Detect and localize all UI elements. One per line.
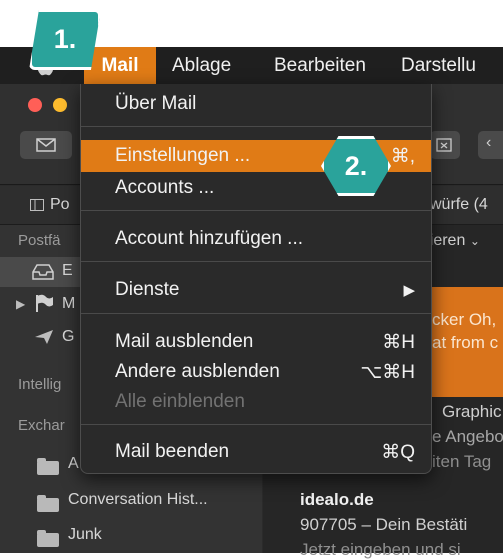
- menu-item-dienste[interactable]: Dienste ▶: [81, 274, 431, 306]
- sidebar-folder-a[interactable]: A: [68, 455, 79, 473]
- sidebar-folder-junk[interactable]: Junk: [68, 526, 102, 544]
- menu-bearbeiten[interactable]: Bearbeiten: [274, 47, 366, 84]
- menu-item-label: Andere ausblenden: [115, 361, 280, 382]
- archive-icon: [436, 138, 452, 152]
- menu-item-account-hinzufuegen[interactable]: Account hinzufügen ...: [81, 223, 431, 255]
- menu-item-label: Account hinzufügen ...: [115, 228, 304, 249]
- reply-icon: ‹: [486, 134, 492, 151]
- menu-separator: [81, 313, 431, 314]
- sidebar-inbox-label: E: [62, 262, 73, 279]
- message-1-sender[interactable]: Graphic: [442, 402, 502, 422]
- message-2-preview: Jetzt eingeben und si: [300, 540, 461, 559]
- menu-item-alle-einblenden: Alle einblenden: [81, 386, 431, 418]
- menu-separator: [81, 210, 431, 211]
- menu-ablage[interactable]: Ablage: [172, 47, 231, 84]
- folder-icon: [37, 458, 59, 475]
- menu-mail[interactable]: Mail: [84, 47, 156, 84]
- menu-item-shortcut: ⌘H: [382, 332, 415, 353]
- menu-item-shortcut: ⌘,: [390, 146, 415, 167]
- archive-button[interactable]: [430, 131, 460, 159]
- flag-icon: [36, 294, 53, 312]
- folder-icon: [37, 495, 59, 512]
- menu-item-label: Einstellungen ...: [115, 145, 251, 166]
- menu-item-shortcut: ⌘Q: [381, 442, 415, 463]
- menu-separator: [81, 261, 431, 262]
- disclosure-triangle-icon[interactable]: ▶: [16, 297, 25, 311]
- message-2-subject: 907705 – Dein Bestäti: [300, 515, 468, 534]
- sidebar-toggle-icon[interactable]: [30, 199, 44, 211]
- envelope-icon: [36, 138, 56, 152]
- menu-darstellung[interactable]: Darstellu: [401, 47, 476, 84]
- menu-separator: [81, 126, 431, 127]
- chevron-down-icon: ⌄: [469, 234, 480, 248]
- menu-item-mail-beenden[interactable]: Mail beenden ⌘Q: [81, 436, 431, 468]
- folder-icon: [37, 530, 59, 547]
- step-1-badge: 1.: [29, 9, 101, 70]
- sidebar-section-exchange: Exchar: [18, 417, 65, 434]
- banner-line-1: cker Oh,: [432, 310, 497, 329]
- favorites-postfach[interactable]: Po: [50, 196, 70, 214]
- submenu-arrow-icon: ▶: [403, 282, 415, 299]
- mail-dropdown-menu: Über Mail Einstellungen ... ⌘, Accounts …: [80, 84, 432, 474]
- close-window-button[interactable]: [28, 98, 42, 112]
- message-1-preview: iten Tag: [432, 452, 492, 471]
- menu-item-shortcut: ⌥⌘H: [360, 362, 415, 383]
- sent-paperplane-icon: [35, 330, 53, 344]
- banner-line-2: at from c: [432, 333, 499, 352]
- message-2-sender[interactable]: idealo.de: [300, 490, 374, 510]
- sidebar-sent-label[interactable]: G: [62, 328, 74, 346]
- menu-item-label: Über Mail: [115, 93, 197, 114]
- inbox-tray-icon: [32, 264, 54, 280]
- menu-item-mail-ausblenden[interactable]: Mail ausblenden ⌘H: [81, 326, 431, 358]
- menu-item-label: Mail beenden: [115, 441, 230, 462]
- sidebar-section-postfach: Postfä: [18, 232, 61, 249]
- sidebar-flagged-label[interactable]: M: [62, 295, 75, 313]
- menu-item-label: Mail ausblenden: [115, 331, 254, 352]
- new-message-button[interactable]: [20, 131, 72, 159]
- sidebar-section-intelligent: Intellig: [18, 376, 62, 393]
- message-1-subject: e Angebo: [432, 427, 503, 446]
- menu-item-ueber-mail[interactable]: Über Mail: [81, 88, 431, 120]
- reply-button[interactable]: ‹: [478, 131, 503, 159]
- menu-item-label: Accounts ...: [115, 177, 215, 198]
- menu-item-label: Alle einblenden: [115, 391, 245, 412]
- menu-item-andere-ausblenden[interactable]: Andere ausblenden ⌥⌘H: [81, 356, 431, 388]
- menu-item-label: Dienste: [115, 279, 180, 300]
- minimize-window-button[interactable]: [53, 98, 67, 112]
- favorites-drafts[interactable]: würfe (4: [430, 196, 488, 214]
- menu-separator: [81, 424, 431, 425]
- sidebar-folder-conversation-history[interactable]: Conversation Hist...: [68, 491, 208, 509]
